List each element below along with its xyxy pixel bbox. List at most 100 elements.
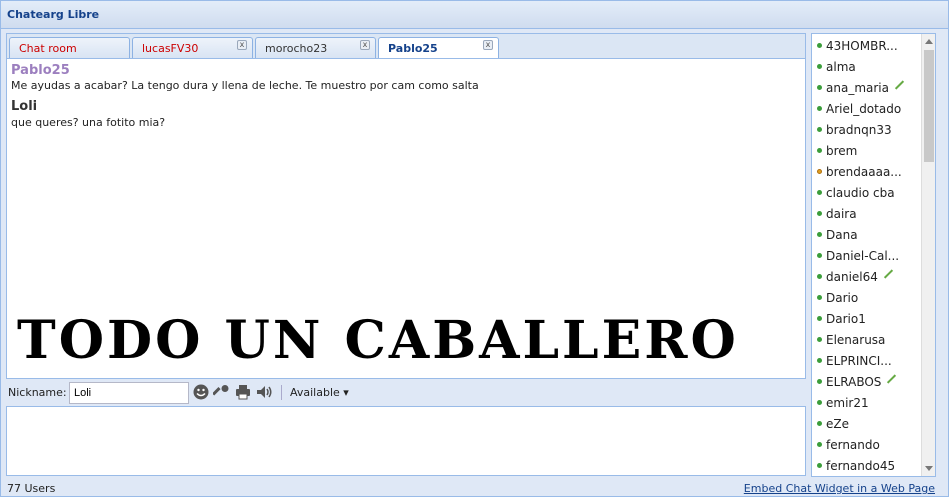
user-list-item[interactable]: eZe <box>812 412 921 433</box>
status-online-icon <box>817 253 822 258</box>
user-name: alma <box>826 60 856 74</box>
status-online-icon <box>817 379 822 384</box>
user-list-item[interactable]: fernando <box>812 433 921 454</box>
user-name: emir21 <box>826 396 869 410</box>
tab-label: morocho23 <box>265 42 328 55</box>
user-name: Dario <box>826 291 859 305</box>
nickname-input[interactable] <box>69 382 189 404</box>
message-text: Me ayudas a acabar? La tengo dura y llen… <box>11 79 479 92</box>
user-list-item[interactable]: fernando45 <box>812 454 921 475</box>
title-bar: Chatearg Libre <box>1 1 948 29</box>
webcam-icon[interactable] <box>886 374 897 384</box>
user-list-item[interactable]: alma <box>812 55 921 76</box>
status-bar: 77 Users Embed Chat Widget in a Web Page <box>1 480 948 497</box>
user-list-item[interactable]: ELPRINCI... <box>812 349 921 370</box>
status-online-icon <box>817 211 822 216</box>
user-count: 77 Users <box>7 482 56 495</box>
smiley-icon[interactable] <box>192 383 210 401</box>
user-list-item[interactable]: brendaaaa... <box>812 160 921 181</box>
user-list-item[interactable]: ana_maria <box>812 76 921 97</box>
message-input[interactable] <box>7 407 805 475</box>
chat-toolbar: Nickname: Available ▾ <box>6 382 806 404</box>
message-compose-box[interactable] <box>6 406 806 476</box>
status-online-icon <box>817 421 822 426</box>
user-name: 43HOMBR... <box>826 39 898 53</box>
user-name: Dario1 <box>826 312 866 326</box>
scroll-thumb[interactable] <box>924 50 934 162</box>
user-name: Daniel-Cal... <box>826 249 900 263</box>
user-list-item[interactable]: Ariel_dotado <box>812 97 921 118</box>
user-list-item[interactable]: claudio cba <box>812 181 921 202</box>
status-away-icon <box>817 169 822 174</box>
status-online-icon <box>817 148 822 153</box>
close-icon[interactable]: x <box>483 40 493 50</box>
status-online-icon <box>817 85 822 90</box>
user-name: daniel64 <box>826 270 878 284</box>
message-sender: Pablo25 <box>11 63 70 78</box>
user-name: Dana <box>826 228 858 242</box>
tab-label: lucasFV30 <box>142 42 199 55</box>
key-icon[interactable] <box>213 383 231 401</box>
tab-strip: Chat room lucasFV30 x morocho23 x Pablo2… <box>6 33 806 60</box>
embed-widget-link[interactable]: Embed Chat Widget in a Web Page <box>744 482 935 495</box>
webcam-icon[interactable] <box>894 80 905 90</box>
user-name: ELPRINCI... <box>826 354 892 368</box>
user-name: ELRABOS <box>826 375 882 389</box>
user-list-item[interactable]: brem <box>812 139 921 160</box>
chat-window: Chatearg Libre Chat room lucasFV30 x mor… <box>0 0 949 497</box>
message-sender: Loli <box>11 99 38 114</box>
user-list-item[interactable]: Daniel-Cal... <box>812 244 921 265</box>
tab-pablo25[interactable]: Pablo25 x <box>378 37 499 60</box>
status-online-icon <box>817 337 822 342</box>
user-name: ana_maria <box>826 81 889 95</box>
nickname-label: Nickname: <box>8 386 67 399</box>
user-list-item[interactable]: bradnqn33 <box>812 118 921 139</box>
status-dropdown[interactable]: Available ▾ <box>290 386 349 399</box>
scroll-down-icon[interactable] <box>925 466 933 471</box>
printer-icon[interactable] <box>234 383 252 401</box>
overlay-banner-text: TODO UN CABALLERO <box>17 310 739 371</box>
status-online-icon <box>817 190 822 195</box>
message-text: que queres? una fotito mia? <box>11 116 166 129</box>
status-online-icon <box>817 295 822 300</box>
user-name: Ariel_dotado <box>826 102 902 116</box>
user-list-item[interactable]: Dana <box>812 223 921 244</box>
close-icon[interactable]: x <box>237 40 247 50</box>
user-list-item[interactable]: 43HOMBR... <box>812 34 921 55</box>
user-list-item[interactable]: ELRABOS <box>812 370 921 391</box>
status-online-icon <box>817 232 822 237</box>
tab-label: Chat room <box>19 42 77 55</box>
user-list-items: 43HOMBR... alma ana_maria Ariel_dotadobradn… <box>812 34 921 475</box>
user-name: fernando <box>826 438 880 452</box>
status-online-icon <box>817 43 822 48</box>
user-name: daira <box>826 207 857 221</box>
user-list-item[interactable]: Dario1 <box>812 307 921 328</box>
user-list-item[interactable]: emir21 <box>812 391 921 412</box>
user-list-item[interactable]: daniel64 <box>812 265 921 286</box>
user-list-item[interactable]: Dario <box>812 286 921 307</box>
status-online-icon <box>817 64 822 69</box>
scroll-up-icon[interactable] <box>925 39 933 44</box>
toolbar-separator <box>281 385 282 400</box>
user-name: Elenarusa <box>826 333 886 347</box>
speaker-icon[interactable] <box>255 383 273 401</box>
tab-lucasfv30[interactable]: lucasFV30 x <box>132 37 253 59</box>
status-online-icon <box>817 400 822 405</box>
user-name: claudio cba <box>826 186 895 200</box>
message-area[interactable]: Pablo25 Me ayudas a acabar? La tengo dur… <box>6 58 806 379</box>
user-list-scrollbar[interactable] <box>921 34 935 476</box>
chat-panel: Chat room lucasFV30 x morocho23 x Pablo2… <box>6 33 806 379</box>
user-list-item[interactable]: daira <box>812 202 921 223</box>
tab-chat-room[interactable]: Chat room <box>9 37 130 59</box>
webcam-icon[interactable] <box>883 269 894 279</box>
close-icon[interactable]: x <box>360 40 370 50</box>
tab-label: Pablo25 <box>388 42 438 55</box>
status-online-icon <box>817 316 822 321</box>
status-online-icon <box>817 127 822 132</box>
status-online-icon <box>817 274 822 279</box>
user-list-item[interactable]: Elenarusa <box>812 328 921 349</box>
user-name: eZe <box>826 417 849 431</box>
tab-morocho23[interactable]: morocho23 x <box>255 37 376 59</box>
window-title: Chatearg Libre <box>7 8 100 21</box>
user-name: fernando45 <box>826 459 896 473</box>
